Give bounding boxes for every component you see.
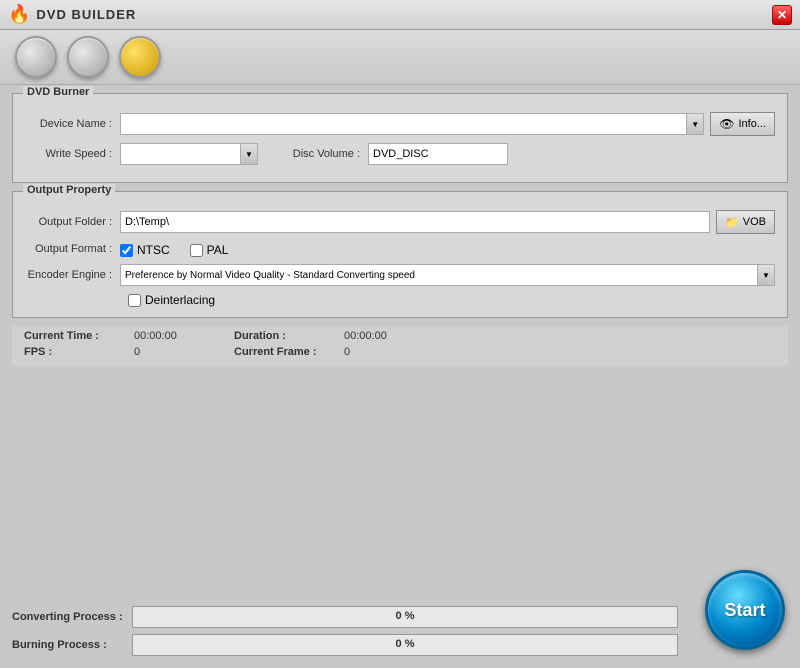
pal-checkbox[interactable] (190, 244, 203, 257)
vob-button-label: VOB (743, 216, 766, 228)
folder-icon: 📁 (725, 216, 739, 229)
burning-process-row: Burning Process : 0 % (12, 634, 688, 656)
toolbar-button-3[interactable] (119, 36, 161, 78)
toolbar-button-1[interactable] (15, 36, 57, 78)
write-speed-row: Write Speed : ▼ Disc Volume : (25, 143, 775, 165)
start-button[interactable]: Start (705, 570, 785, 650)
encoder-arrow[interactable]: ▼ (757, 264, 775, 286)
app-title: DVD BUILDER (36, 7, 136, 22)
dvd-burner-title: DVD Burner (23, 86, 93, 98)
write-speed-label: Write Speed : (25, 148, 120, 160)
deinterlacing-checkbox-row[interactable]: Deinterlacing (128, 293, 775, 307)
fps-value: 0 (134, 346, 234, 358)
output-property-group: Output Property Output Folder : 📁 VOB Ou… (12, 191, 788, 318)
deinterlacing-row: Deinterlacing (128, 293, 775, 307)
current-frame-value: 0 (344, 346, 444, 358)
output-folder-row: Output Folder : 📁 VOB (25, 210, 775, 234)
output-format-label: Output Format : (25, 243, 120, 255)
time-row: Current Time : 00:00:00 Duration : 00:00… (24, 330, 776, 342)
encoder-engine-label: Encoder Engine : (25, 269, 120, 281)
duration-label: Duration : (234, 330, 344, 342)
title-bar: 🔥 DVD BUILDER ✕ (0, 0, 800, 30)
encoder-dropdown[interactable]: ▼ (120, 264, 775, 286)
device-name-label: Device Name : (25, 118, 120, 130)
device-name-row: Device Name : ▼ 👁 Info... (25, 112, 775, 136)
write-speed-dropdown[interactable]: ▼ (120, 143, 258, 165)
ntsc-label: NTSC (137, 243, 170, 257)
write-speed-input[interactable] (120, 143, 240, 165)
burning-progress-text: 0 % (133, 638, 677, 650)
burning-process-label: Burning Process : (12, 639, 132, 651)
output-property-title: Output Property (23, 184, 115, 196)
start-button-label: Start (724, 600, 765, 621)
pal-checkbox-row[interactable]: PAL (190, 243, 229, 257)
output-format-row: Output Format : NTSC PAL (25, 241, 775, 257)
vob-button[interactable]: 📁 VOB (716, 210, 775, 234)
status-area: Current Time : 00:00:00 Duration : 00:00… (12, 326, 788, 366)
ntsc-checkbox[interactable] (120, 244, 133, 257)
eye-icon: 👁 (719, 117, 734, 131)
deinterlacing-label: Deinterlacing (145, 293, 215, 307)
main-content: DVD Burner Device Name : ▼ 👁 Info... Wri… (0, 85, 800, 600)
device-name-input[interactable] (120, 113, 686, 135)
current-frame-label: Current Frame : (234, 346, 344, 358)
deinterlacing-checkbox[interactable] (128, 294, 141, 307)
encoder-engine-input[interactable] (120, 264, 757, 286)
converting-progress-text: 0 % (133, 610, 677, 622)
toolbar-button-2[interactable] (67, 36, 109, 78)
converting-process-label: Converting Process : (12, 611, 132, 623)
toolbar (0, 30, 800, 85)
device-name-arrow[interactable]: ▼ (686, 113, 704, 135)
fps-label: FPS : (24, 346, 134, 358)
flame-icon: 🔥 (8, 4, 30, 25)
dvd-burner-group: DVD Burner Device Name : ▼ 👁 Info... Wri… (12, 93, 788, 183)
bottom-section: Converting Process : 0 % Burning Process… (0, 600, 800, 668)
converting-process-row: Converting Process : 0 % (12, 606, 688, 628)
current-time-label: Current Time : (24, 330, 134, 342)
duration-value: 00:00:00 (344, 330, 444, 342)
info-button-label: Info... (738, 118, 766, 130)
write-speed-arrow[interactable]: ▼ (240, 143, 258, 165)
close-button[interactable]: ✕ (772, 5, 792, 25)
pal-label: PAL (207, 243, 229, 257)
info-button[interactable]: 👁 Info... (710, 112, 775, 136)
device-name-dropdown[interactable]: ▼ (120, 113, 704, 135)
current-time-value: 00:00:00 (134, 330, 234, 342)
output-folder-label: Output Folder : (25, 216, 120, 228)
title-bar-left: 🔥 DVD BUILDER (8, 4, 136, 25)
disc-volume-label: Disc Volume : (278, 148, 368, 160)
progress-area: Converting Process : 0 % Burning Process… (12, 606, 688, 656)
converting-progress-bar: 0 % (132, 606, 678, 628)
fps-row: FPS : 0 Current Frame : 0 (24, 346, 776, 358)
ntsc-checkbox-row[interactable]: NTSC (120, 243, 170, 257)
output-folder-input[interactable] (120, 211, 710, 233)
burning-progress-bar: 0 % (132, 634, 678, 656)
encoder-engine-row: Encoder Engine : ▼ (25, 264, 775, 286)
disc-volume-input[interactable] (368, 143, 508, 165)
